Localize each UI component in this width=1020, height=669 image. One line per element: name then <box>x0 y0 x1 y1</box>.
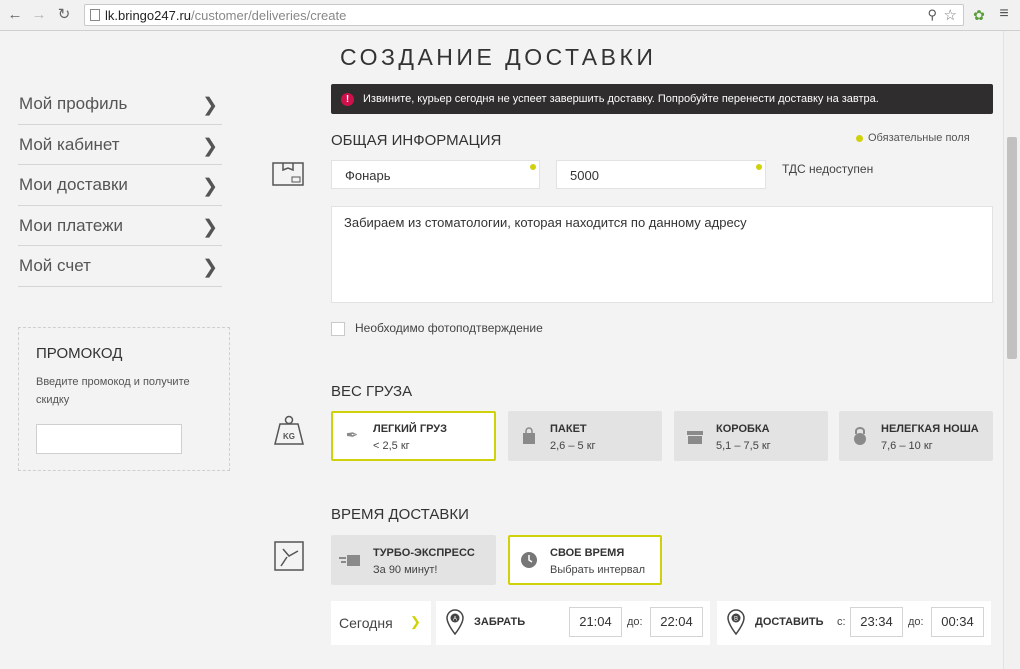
weight-option-range: < 2,5 кг <box>373 440 410 452</box>
time-option-sub: Выбрать интервал <box>550 564 645 576</box>
promo-title: ПРОМОКОД <box>36 345 123 362</box>
sidebar-item-label: Мои доставки <box>19 175 128 194</box>
section-title-delivery-time: ВРЕМЯ ДОСТАВКИ <box>331 506 469 523</box>
weight-option-title: КОРОБКА <box>716 423 770 435</box>
map-pin-b-icon: B <box>727 609 745 635</box>
weight-option-box[interactable]: КОРОБКА 5,1 – 7,5 кг <box>674 411 828 461</box>
timer-icon <box>274 541 304 571</box>
weight-option-range: 2,6 – 5 кг <box>550 440 596 452</box>
truck-icon <box>339 555 360 566</box>
tds-status: ТДС недоступен <box>782 162 874 176</box>
chevron-right-icon: ❯ <box>202 95 218 116</box>
back-icon[interactable]: ← <box>6 6 24 24</box>
bag-icon <box>523 427 535 444</box>
dropoff-from-input[interactable]: 23:34 <box>850 607 903 637</box>
weight-icon: KG <box>274 415 304 445</box>
sidebar-item-label: Мои платежи <box>19 215 123 235</box>
pickup-label: ЗАБРАТЬ <box>474 616 526 628</box>
sidebar-item-cabinet[interactable]: Мой кабинет ❯ <box>18 125 222 165</box>
time-option-custom[interactable]: СВОЕ ВРЕМЯ Выбрать интервал <box>508 535 662 585</box>
kettlebell-icon <box>854 427 866 445</box>
svg-text:KG: KG <box>283 432 295 441</box>
key-icon[interactable]: ⚲ <box>927 7 937 23</box>
error-alert: ! Извините, курьер сегодня не успеет зав… <box>331 84 993 114</box>
required-fields-note: Обязательные поля <box>856 132 970 144</box>
browser-toolbar: ← → ↻ lk.bringo247.ru/customer/deliverie… <box>0 0 1020 31</box>
svg-text:A: A <box>453 617 457 623</box>
declared-value-field[interactable]: 5000 <box>556 160 766 189</box>
sidebar-item-profile[interactable]: Мой профиль ❯ <box>18 84 222 125</box>
chevron-down-icon: ❯ <box>410 614 421 629</box>
sidebar-menu: Мой профиль ❯ Мой кабинет ❯ Мои доставки… <box>18 84 222 287</box>
required-dot-icon <box>756 164 762 170</box>
chevron-right-icon: ❯ <box>202 176 218 197</box>
error-icon: ! <box>341 93 354 106</box>
comment-textarea[interactable]: Забираем из стоматологии, которая находи… <box>331 206 993 303</box>
item-name-value: Фонарь <box>345 168 391 183</box>
weight-option-range: 5,1 – 7,5 кг <box>716 440 771 452</box>
alert-message: Извините, курьер сегодня не успеет завер… <box>363 93 879 105</box>
comment-value: Забираем из стоматологии, которая находи… <box>344 215 747 230</box>
dropoff-from-label: с: <box>837 616 846 628</box>
clock-icon <box>521 552 537 568</box>
required-dot-icon <box>856 134 863 142</box>
dropoff-to-label: до: <box>908 616 924 628</box>
dropoff-to-input[interactable]: 00:34 <box>931 607 984 637</box>
feather-icon: ✒ <box>345 427 359 444</box>
sidebar-item-label: Мой кабинет <box>19 134 120 154</box>
time-option-sub: За 90 минут! <box>373 564 438 576</box>
extension-icon[interactable]: ✿ <box>970 6 988 24</box>
time-option-turbo[interactable]: ТУРБО-ЭКСПРЕСС За 90 минут! <box>331 535 496 585</box>
sidebar-item-payments[interactable]: Мои платежи ❯ <box>18 206 222 246</box>
weight-option-bag[interactable]: ПАКЕТ 2,6 – 5 кг <box>508 411 662 461</box>
weight-option-heavy[interactable]: НЕЛЕГКАЯ НОША 7,6 – 10 кг <box>839 411 993 461</box>
photo-confirm-checkbox[interactable] <box>331 322 345 336</box>
box-icon <box>687 431 703 444</box>
sidebar-item-label: Мой счет <box>19 256 91 275</box>
url-text: lk.bringo247.ru/customer/deliveries/crea… <box>105 8 347 23</box>
weight-option-title: ПАКЕТ <box>550 423 587 435</box>
svg-text:B: B <box>734 617 738 623</box>
dropoff-slot: B ДОСТАВИТЬ с: 23:34 до: 00:34 <box>717 601 991 645</box>
scrollbar-thumb[interactable] <box>1007 137 1017 359</box>
map-pin-a-icon: A <box>446 609 464 635</box>
chevron-right-icon: ❯ <box>202 257 218 278</box>
pickup-to-label: до: <box>627 616 643 628</box>
page-title: СОЗДАНИЕ ДОСТАВКИ <box>340 44 657 70</box>
page-icon <box>90 9 100 21</box>
page-scrollbar[interactable] <box>1003 31 1020 669</box>
pickup-slot: A ЗАБРАТЬ с: 21:04 до: 22:04 <box>436 601 710 645</box>
forward-icon[interactable]: → <box>30 6 48 24</box>
item-name-field[interactable]: Фонарь <box>331 160 540 189</box>
bookmark-star-icon[interactable]: ☆ <box>944 6 957 24</box>
sidebar-item-account[interactable]: Мой счет ❯ <box>18 246 222 287</box>
required-dot-icon <box>530 164 536 170</box>
declared-value: 5000 <box>570 168 599 183</box>
browser-menu-icon[interactable]: ≡ <box>995 5 1013 23</box>
chevron-right-icon: ❯ <box>202 216 218 238</box>
promo-box: ПРОМОКОД Введите промокод и получите ски… <box>18 327 230 471</box>
day-select-value: Сегодня <box>339 615 393 631</box>
weight-option-light[interactable]: ✒ ЛЕГКИЙ ГРУЗ < 2,5 кг <box>331 411 496 461</box>
pickup-from-input[interactable]: 21:04 <box>569 607 622 637</box>
photo-confirm-label: Необходимо фотоподтверждение <box>355 321 543 335</box>
time-option-title: СВОЕ ВРЕМЯ <box>550 547 625 559</box>
address-bar[interactable]: lk.bringo247.ru/customer/deliveries/crea… <box>84 4 964 26</box>
promo-code-input[interactable] <box>36 424 182 454</box>
weight-option-range: 7,6 – 10 кг <box>881 440 933 452</box>
reload-icon[interactable]: ↻ <box>55 6 73 24</box>
section-title-general: ОБЩАЯ ИНФОРМАЦИЯ <box>331 132 502 149</box>
sidebar-item-label: Мой профиль <box>19 94 128 113</box>
promo-description: Введите промокод и получите скидку <box>36 376 190 406</box>
sidebar-item-deliveries[interactable]: Мои доставки ❯ <box>18 165 222 206</box>
dropoff-label: ДОСТАВИТЬ <box>755 616 824 628</box>
chevron-right-icon: ❯ <box>202 135 218 157</box>
weight-option-title: НЕЛЕГКАЯ НОША <box>881 423 979 435</box>
time-option-title: ТУРБО-ЭКСПРЕСС <box>373 547 475 559</box>
day-select[interactable]: Сегодня ❯ <box>331 601 431 645</box>
weight-option-title: ЛЕГКИЙ ГРУЗ <box>373 423 448 435</box>
section-title-weight: ВЕС ГРУЗА <box>331 383 413 400</box>
parcel-box-icon <box>272 162 304 186</box>
pickup-to-input[interactable]: 22:04 <box>650 607 703 637</box>
